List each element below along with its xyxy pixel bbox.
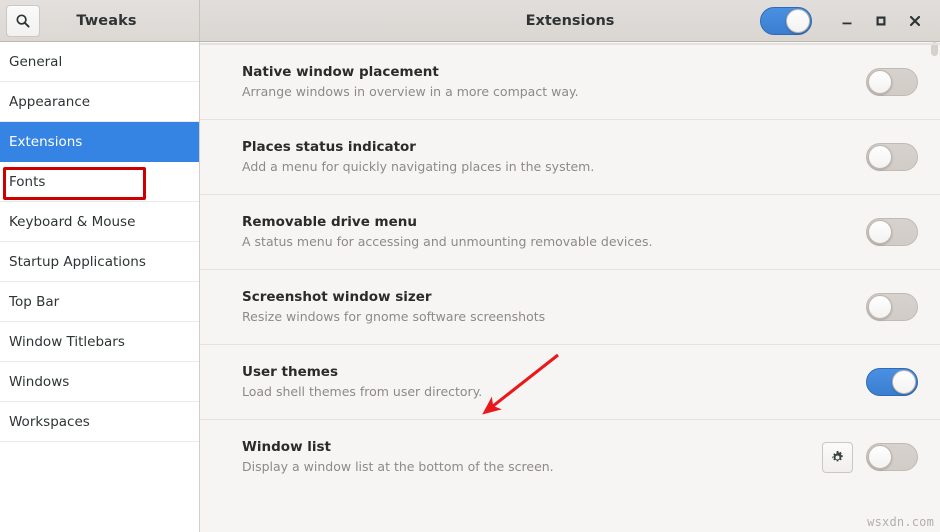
search-button[interactable] [6,4,40,37]
sidebar-item-label: Fonts [9,173,46,190]
extension-title: User themes [242,364,338,381]
extension-title: Places status indicator [242,139,416,156]
extension-toggle[interactable] [866,368,918,396]
header-bar: Tweaks Extensions [0,0,940,42]
extension-row[interactable]: User themes Load shell themes from user d… [200,344,940,419]
sidebar-empty-space [0,442,199,532]
maximize-button[interactable] [864,4,898,38]
sidebar-item-startup-applications[interactable]: Startup Applications [0,242,199,282]
extension-description: A status menu for accessing and unmounti… [242,234,653,250]
watermark: wsxdn.com [867,515,934,529]
sidebar-item-general[interactable]: General [0,42,199,82]
extension-settings-button[interactable] [822,441,853,473]
sidebar-item-top-bar[interactable]: Top Bar [0,282,199,322]
switch-knob [786,8,810,33]
header-left-pane: Tweaks [0,0,200,41]
header-right-pane: Extensions [200,0,940,41]
gear-icon [830,450,845,465]
sidebar-item-extensions[interactable]: Extensions [0,122,199,162]
extension-row[interactable]: Native window placement Arrange windows i… [200,44,940,119]
app-title: Tweaks [76,12,137,29]
extension-row-texts: Removable drive menu A status menu for ac… [242,214,866,250]
close-button[interactable] [898,4,932,38]
switch-knob [892,370,916,394]
maximize-icon [873,13,889,29]
sidebar-item-label: Extensions [9,133,83,150]
extension-toggle[interactable] [866,68,918,96]
switch-knob [868,220,892,244]
extension-row-controls [866,68,918,96]
sidebar: General Appearance Extensions Fonts Keyboard… [0,42,200,532]
extension-title: Screenshot window sizer [242,289,432,306]
sidebar-item-label: Window Titlebars [9,333,125,350]
extension-row-texts: Places status indicator Add a menu for qu… [242,139,866,175]
extensions-rows: Native window placement Arrange windows i… [200,42,940,494]
minimize-button[interactable] [830,4,864,38]
sidebar-item-label: General [9,53,63,70]
extension-row-controls [866,293,918,321]
extension-row-texts: User themes Load shell themes from user d… [242,364,866,400]
extension-row-controls [822,441,918,473]
extension-row-texts: Screenshot window sizer Resize windows fo… [242,289,866,325]
window-body: General Appearance Extensions Fonts Keyboard… [0,42,940,532]
extension-row[interactable]: Screenshot window sizer Resize windows fo… [200,269,940,344]
sidebar-item-window-titlebars[interactable]: Window Titlebars [0,322,199,362]
minimize-icon [839,13,855,29]
sidebar-item-label: Keyboard & Mouse [9,213,136,230]
extension-row-controls [866,143,918,171]
extension-row-controls [866,218,918,246]
close-icon [907,13,923,29]
sidebar-item-label: Top Bar [9,293,60,310]
extensions-list-panel: Native window placement Arrange windows i… [200,42,940,532]
sidebar-item-label: Windows [9,373,70,390]
sidebar-item-label: Startup Applications [9,253,146,270]
extension-row[interactable]: Places status indicator Add a menu for qu… [200,119,940,194]
extension-row[interactable]: Window list Display a window list at the … [200,419,940,494]
extension-toggle[interactable] [866,293,918,321]
extension-row-texts: Window list Display a window list at the … [242,439,822,475]
extension-toggle[interactable] [866,218,918,246]
extension-description: Load shell themes from user directory. [242,384,483,400]
tweaks-window: Tweaks Extensions General Appearance Ext… [0,0,940,532]
sidebar-item-appearance[interactable]: Appearance [0,82,199,122]
sidebar-list: General Appearance Extensions Fonts Keyboard… [0,42,199,442]
window-controls [760,4,940,38]
sidebar-item-workspaces[interactable]: Workspaces [0,402,199,442]
extension-description: Resize windows for gnome software screen… [242,309,546,325]
switch-knob [868,70,892,94]
switch-knob [868,445,892,469]
extension-description: Add a menu for quickly navigating places… [242,159,595,175]
sidebar-item-windows[interactable]: Windows [0,362,199,402]
sidebar-item-keyboard-mouse[interactable]: Keyboard & Mouse [0,202,199,242]
sidebar-item-fonts[interactable]: Fonts [0,162,199,202]
sidebar-item-label: Appearance [9,93,91,110]
extension-title: Removable drive menu [242,214,417,231]
extension-row-texts: Native window placement Arrange windows i… [242,64,866,100]
switch-knob [868,145,892,169]
sidebar-item-label: Workspaces [9,413,90,430]
extension-title: Window list [242,439,331,456]
extension-row[interactable]: Removable drive menu A status menu for ac… [200,194,940,269]
extension-row-controls [866,368,918,396]
extension-title: Native window placement [242,64,439,81]
extension-toggle[interactable] [866,143,918,171]
extension-toggle[interactable] [866,443,918,471]
search-icon [15,13,31,29]
extension-description: Display a window list at the bottom of t… [242,459,554,475]
switch-knob [868,295,892,319]
extensions-master-switch[interactable] [760,6,812,35]
extension-description: Arrange windows in overview in a more co… [242,84,579,100]
